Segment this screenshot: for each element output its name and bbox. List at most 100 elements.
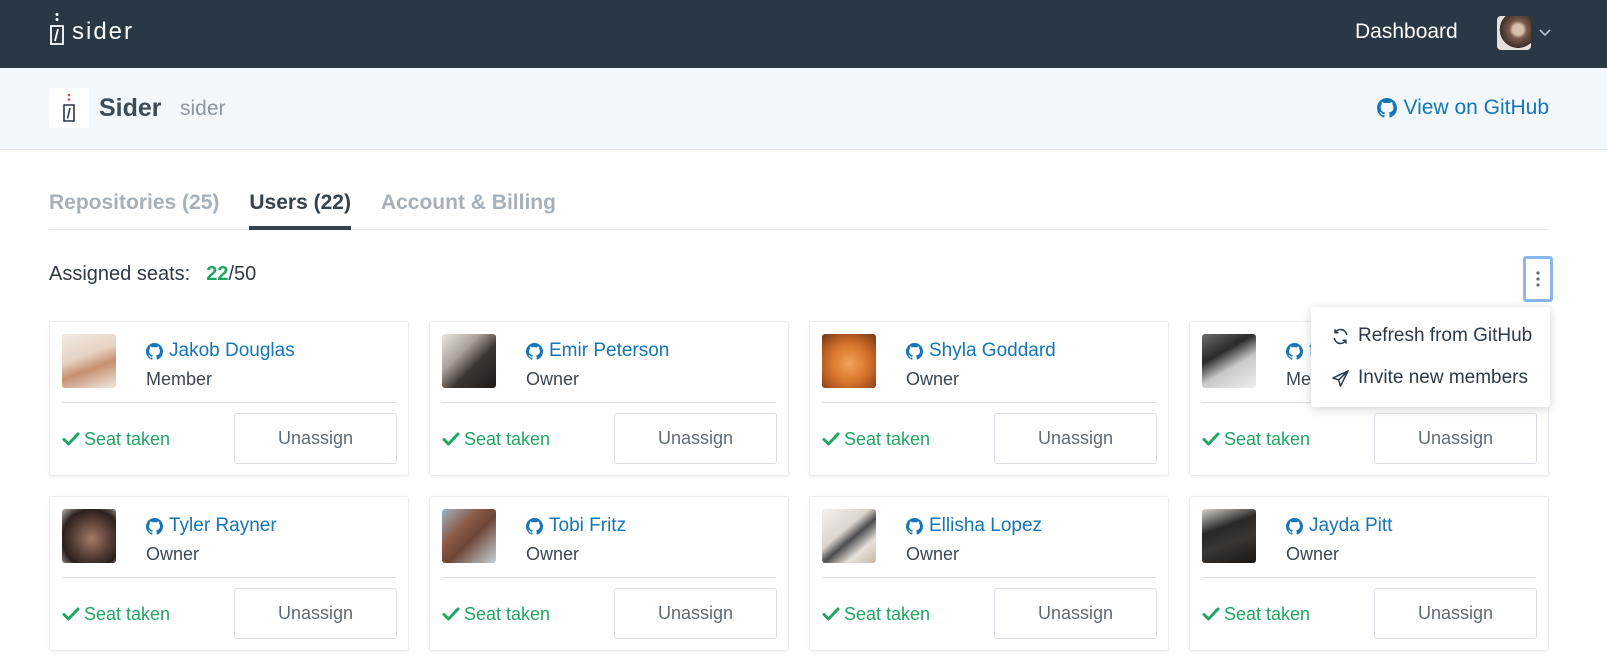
github-icon: [146, 517, 163, 535]
check-icon: [62, 607, 80, 621]
user-name-link[interactable]: Tobi Fritz: [526, 514, 626, 538]
github-link-label: View on GitHub: [1403, 96, 1549, 119]
user-card: Tyler Rayner Owner Seat taken Unassign: [49, 496, 409, 651]
check-icon: [1202, 607, 1220, 621]
unassign-button[interactable]: Unassign: [994, 413, 1157, 464]
top-navbar: sider Dashboard: [0, 0, 1607, 68]
assigned-seats: Assigned seats: 22/50: [49, 261, 256, 287]
user-name: Emir Peterson: [549, 340, 670, 361]
more-options-button[interactable]: [1523, 256, 1553, 302]
user-name: Jakob Douglas: [169, 340, 295, 361]
brand-name: sider: [72, 18, 135, 45]
user-card: Emir Peterson Owner Seat taken Unassign: [429, 321, 789, 476]
tab-repositories[interactable]: Repositories (25): [49, 186, 219, 230]
user-role: Owner: [146, 544, 200, 564]
user-role: Member: [146, 369, 213, 389]
user-role: Owner: [906, 369, 960, 389]
user-avatar: [62, 334, 116, 388]
user-name: Tyler Rayner: [169, 515, 277, 536]
seat-status-label: Seat taken: [464, 604, 551, 624]
user-name-link[interactable]: Emir Peterson: [526, 339, 669, 363]
check-icon: [442, 607, 460, 621]
user-menu[interactable]: [1497, 16, 1551, 50]
check-icon: [1202, 432, 1220, 446]
user-name-link[interactable]: Shyla Goddard: [906, 339, 1056, 363]
chevron-down-icon: [1539, 29, 1551, 37]
seats-used: 22: [206, 263, 229, 285]
check-icon: [822, 432, 840, 446]
avatar[interactable]: [1497, 16, 1531, 50]
user-name: Ellisha Lopez: [929, 515, 1043, 536]
org-header: Sider sider View on GitHub: [0, 68, 1607, 150]
view-on-github-link[interactable]: View on GitHub: [1377, 95, 1549, 121]
dashboard-link[interactable]: Dashboard: [1355, 18, 1458, 46]
seat-status: Seat taken: [62, 602, 170, 626]
org-slug: sider: [180, 97, 226, 120]
user-name: Tobi Fritz: [549, 515, 627, 536]
menu-item-label: Invite new members: [1358, 367, 1529, 388]
user-avatar: [822, 509, 876, 563]
seat-status: Seat taken: [1202, 427, 1310, 451]
user-role: Owner: [906, 544, 960, 564]
user-name-link[interactable]: Tyler Rayner: [146, 514, 277, 538]
seat-status: Seat taken: [442, 427, 550, 451]
github-icon: [526, 517, 543, 535]
unassign-button[interactable]: Unassign: [614, 413, 777, 464]
menu-item-invite-new-members[interactable]: Invite new members: [1311, 357, 1550, 399]
user-avatar: [822, 334, 876, 388]
divider: [62, 577, 396, 578]
tab-account-billing[interactable]: Account & Billing: [381, 186, 556, 230]
seat-status: Seat taken: [1202, 602, 1310, 626]
github-icon: [1377, 98, 1398, 118]
seat-status-label: Seat taken: [844, 429, 931, 449]
seat-status-label: Seat taken: [1224, 429, 1311, 449]
check-icon: [442, 432, 460, 446]
seat-status-label: Seat taken: [844, 604, 931, 624]
divider: [62, 402, 396, 403]
github-icon: [146, 342, 163, 360]
vertical-ellipsis-icon: [1536, 271, 1540, 287]
seat-status: Seat taken: [822, 602, 930, 626]
divider: [822, 402, 1156, 403]
org-logo: [49, 88, 89, 128]
github-icon: [526, 342, 543, 360]
seat-status-label: Seat taken: [464, 429, 551, 449]
user-name-link[interactable]: Jakob Douglas: [146, 339, 295, 363]
github-icon: [906, 342, 923, 360]
divider: [442, 577, 776, 578]
user-role: Owner: [526, 369, 580, 389]
check-icon: [822, 607, 840, 621]
seat-status: Seat taken: [822, 427, 930, 451]
seat-status-label: Seat taken: [84, 429, 171, 449]
unassign-button[interactable]: Unassign: [1374, 413, 1537, 464]
user-card: Tobi Fritz Owner Seat taken Unassign: [429, 496, 789, 651]
divider: [1202, 577, 1536, 578]
menu-item-label: Refresh from GitHub: [1358, 325, 1533, 346]
unassign-button[interactable]: Unassign: [614, 588, 777, 639]
github-icon: [906, 517, 923, 535]
user-name-link[interactable]: Jayda Pitt: [1286, 514, 1392, 538]
unassign-button[interactable]: Unassign: [234, 413, 397, 464]
menu-item-refresh-from-github[interactable]: Refresh from GitHub: [1311, 315, 1550, 357]
unassign-button[interactable]: Unassign: [994, 588, 1157, 639]
user-avatar: [62, 509, 116, 563]
user-name: Shyla Goddard: [929, 340, 1056, 361]
user-name-link[interactable]: Ellisha Lopez: [906, 514, 1042, 538]
user-role: Me: [1286, 369, 1312, 389]
divider: [822, 577, 1156, 578]
seats-total: /50: [228, 263, 257, 285]
check-icon: [62, 432, 80, 446]
seats-label: Assigned seats:: [49, 263, 191, 285]
sider-logo-icon: [63, 93, 75, 122]
user-avatar: [442, 509, 496, 563]
github-icon: [1286, 517, 1303, 535]
paper-plane-icon: [1332, 369, 1349, 387]
user-card: Jayda Pitt Owner Seat taken Unassign: [1189, 496, 1549, 651]
user-card: Ellisha Lopez Owner Seat taken Unassign: [809, 496, 1169, 651]
unassign-button[interactable]: Unassign: [234, 588, 397, 639]
github-icon: [1286, 342, 1303, 360]
unassign-button[interactable]: Unassign: [1374, 588, 1537, 639]
seat-status: Seat taken: [442, 602, 550, 626]
sider-logo[interactable]: sider: [48, 12, 134, 46]
tab-users[interactable]: Users (22): [249, 186, 351, 230]
